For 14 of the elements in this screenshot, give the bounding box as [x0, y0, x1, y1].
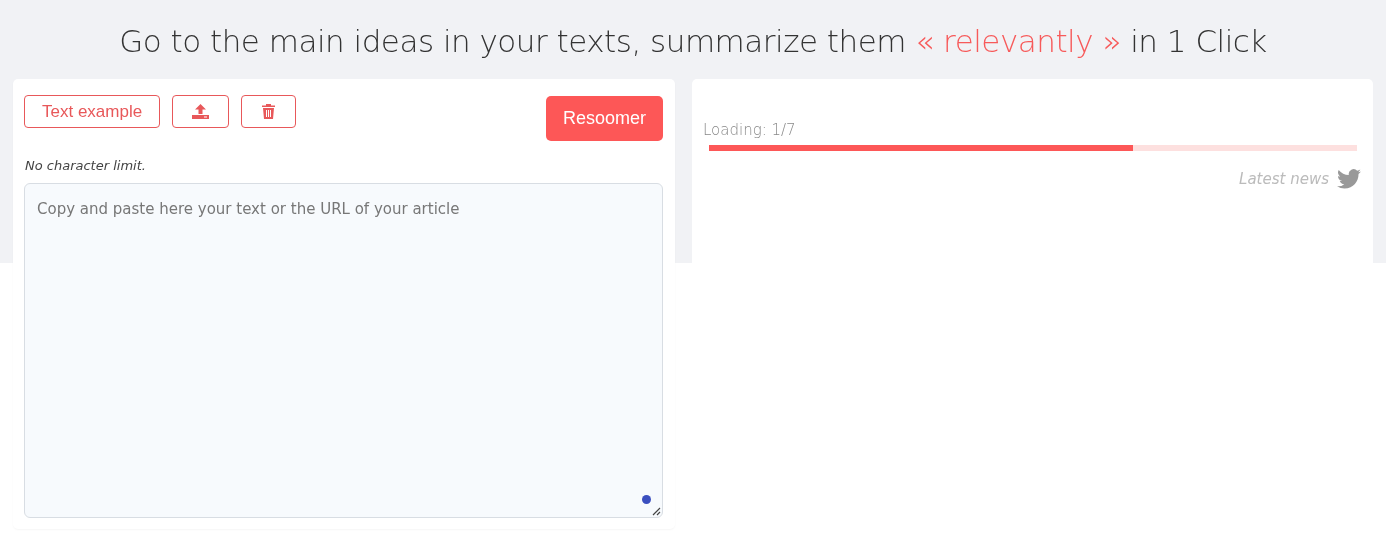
status-dot-icon [642, 495, 651, 504]
latest-news-link[interactable]: Latest news [1239, 170, 1329, 188]
character-limit-note: No character limit. [25, 158, 146, 173]
bird-icon[interactable] [1337, 169, 1361, 189]
resize-handle-icon[interactable] [651, 506, 661, 516]
upload-button[interactable] [172, 95, 230, 128]
summarize-button[interactable]: Resoomer [546, 96, 663, 141]
page-heading: Go to the main ideas in your texts, summarize them « relevantly » in 1 Click [119, 22, 1267, 61]
text-example-button[interactable]: Text example [24, 95, 161, 128]
upload-icon [192, 104, 210, 119]
trash-icon [262, 104, 276, 119]
delete-button[interactable] [241, 95, 297, 128]
text-input-field[interactable]: Copy and paste here your text or the URL of your article [24, 183, 663, 518]
loading-label: Loading: 1/7 [703, 121, 796, 139]
